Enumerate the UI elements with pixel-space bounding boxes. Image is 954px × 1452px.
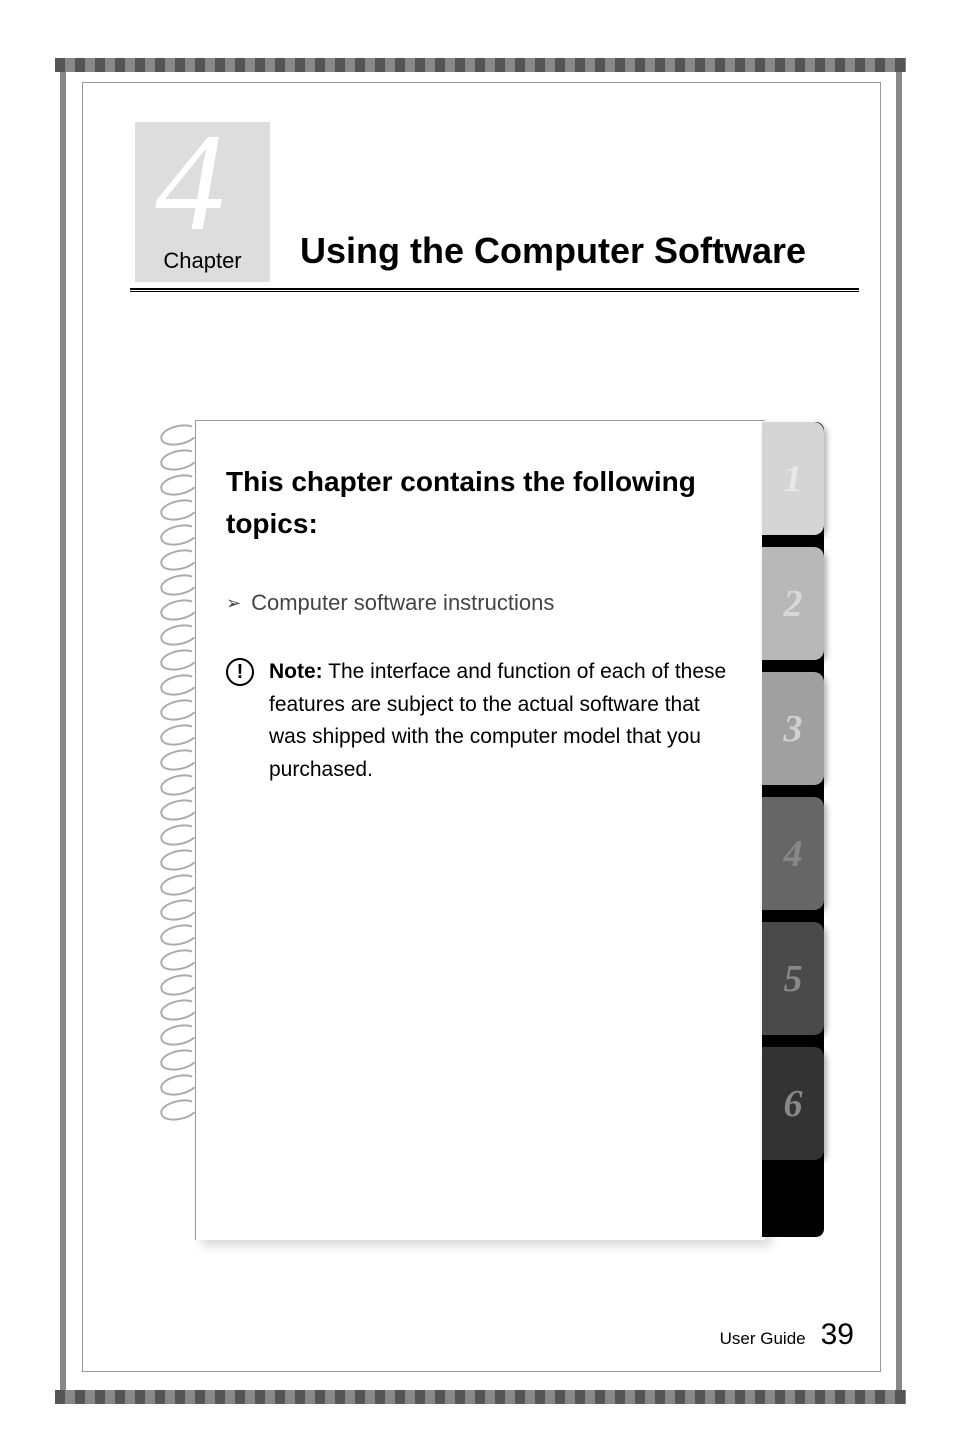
note-text: Note: The interface and function of each… [269,656,740,786]
left-border-line [60,72,66,1390]
spiral-binding [160,425,198,1120]
tab-2[interactable]: 2 [762,547,824,660]
note-body: The interface and function of each of th… [269,660,726,781]
content-panel: This chapter contains the following topi… [195,420,765,1240]
tab-1[interactable]: 1 [762,422,824,535]
section-tabs: 1 2 3 4 5 6 [762,422,824,1172]
tab-5[interactable]: 5 [762,922,824,1035]
note-block: ! Note: The interface and function of ea… [226,656,740,786]
chapter-number: 4 [155,102,225,263]
title-underline [130,288,859,292]
attention-icon: ! [226,658,254,686]
chapter-title: Using the Computer Software [300,230,806,272]
footer-label: User Guide [720,1329,806,1349]
page-number: 39 [821,1318,854,1352]
content-heading: This chapter contains the following topi… [226,461,740,545]
topic-text: Computer software instructions [251,590,554,616]
right-border-line [896,72,902,1390]
tab-4[interactable]: 4 [762,797,824,910]
bullet-arrow-icon: ➢ [226,593,241,614]
topic-list-item: ➢ Computer software instructions [226,590,740,616]
page-footer: User Guide 39 [720,1318,854,1352]
tab-3[interactable]: 3 [762,672,824,785]
chapter-label: Chapter [163,248,241,274]
tab-6[interactable]: 6 [762,1047,824,1160]
note-label: Note: [269,660,323,683]
top-border-pattern [55,58,906,72]
chapter-badge: 4 Chapter [135,122,270,282]
bottom-border-pattern [55,1390,906,1404]
